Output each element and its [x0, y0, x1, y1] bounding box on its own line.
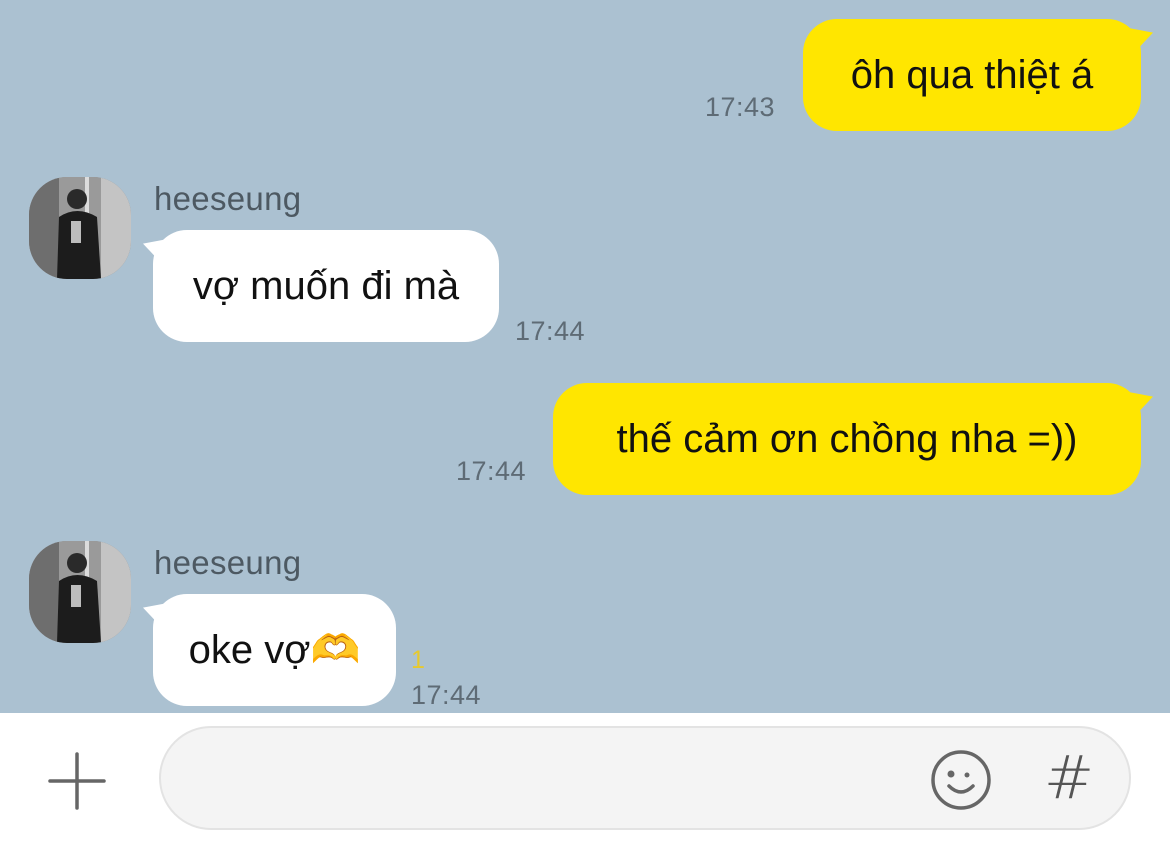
unread-count: 1 — [411, 646, 425, 674]
outgoing-message-bubble[interactable]: thế cảm ơn chồng nha =)) — [553, 383, 1141, 495]
message-text: thế cảm ơn chồng nha =)) — [616, 417, 1078, 461]
message-input[interactable] — [191, 748, 925, 810]
add-attachment-button[interactable] — [46, 750, 108, 812]
incoming-message-bubble[interactable]: oke vợ🫶 — [153, 594, 396, 706]
avatar-photo — [29, 541, 131, 643]
message-timestamp: 17:44 — [456, 456, 527, 486]
message-timestamp: 17:44 — [515, 316, 586, 346]
message-input-container[interactable]: # — [159, 726, 1131, 830]
sender-name: heeseung — [154, 180, 302, 217]
message-text: oke vợ🫶 — [188, 628, 361, 672]
outgoing-message-bubble[interactable]: ôh qua thiệt á — [803, 19, 1141, 131]
emoji-button[interactable] — [929, 748, 993, 812]
message-text: vợ muốn đi mà — [192, 264, 460, 308]
hashtag-button[interactable]: # — [1041, 740, 1097, 816]
sender-avatar[interactable] — [29, 541, 131, 643]
message-timestamp: 17:44 — [411, 680, 482, 710]
incoming-message-bubble[interactable]: vợ muốn đi mà — [153, 230, 499, 342]
message-composer: # — [0, 713, 1170, 845]
plus-icon — [48, 752, 106, 810]
avatar-photo — [29, 177, 131, 279]
sender-avatar[interactable] — [29, 177, 131, 279]
message-timestamp: 17:43 — [705, 92, 776, 122]
message-text: ôh qua thiệt á — [850, 53, 1094, 97]
sender-name: heeseung — [154, 544, 302, 581]
smiley-icon — [931, 750, 991, 810]
hash-icon: # — [1043, 743, 1095, 813]
chat-screen: ôh qua thiệt á 17:43 heeseung vợ muốn đi… — [0, 0, 1170, 845]
